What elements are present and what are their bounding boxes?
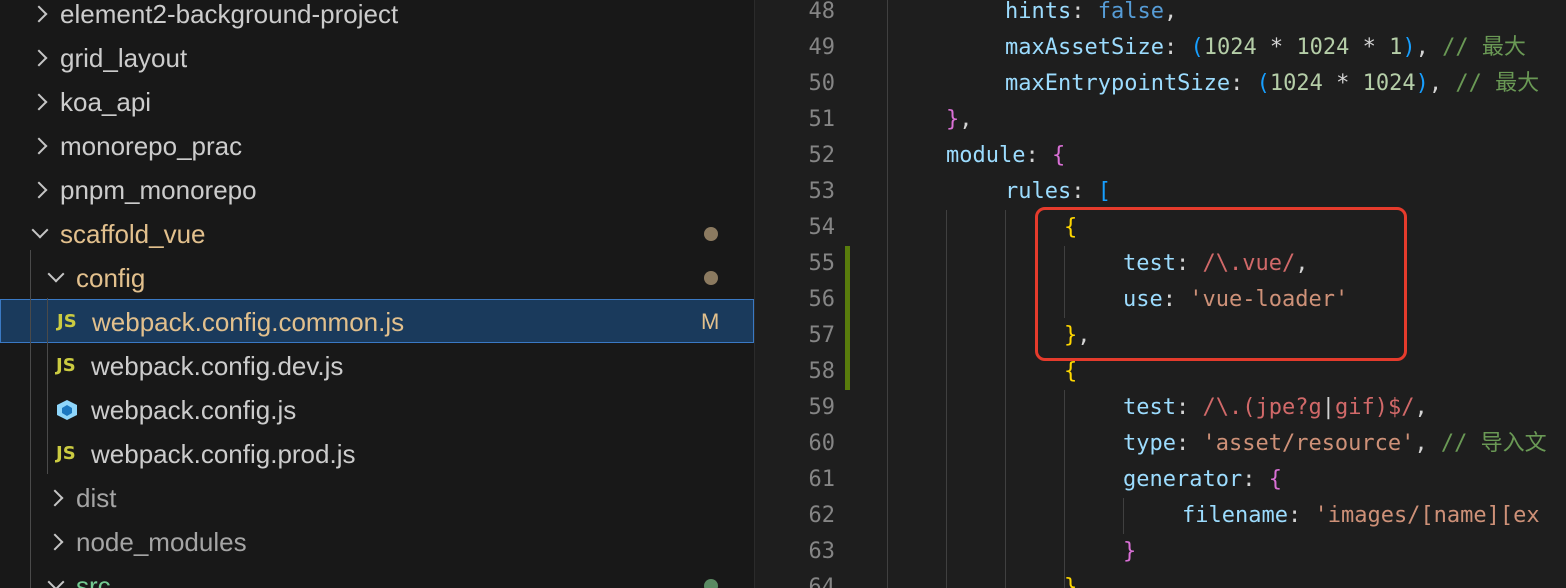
folder-label: grid_layout: [60, 43, 188, 73]
file-webpack-config-dev[interactable]: JS webpack.config.dev.js: [0, 344, 754, 388]
code-line-51: },: [946, 107, 973, 132]
chevron-right-icon: [30, 124, 50, 168]
folder-monorepo-prac[interactable]: monorepo_prac: [0, 124, 754, 168]
line-number: 61: [808, 467, 836, 492]
line-number: 57: [808, 323, 836, 348]
chevron-down-icon: [46, 256, 66, 300]
folder-label: src: [76, 571, 111, 588]
line-number: 49: [808, 35, 836, 60]
folder-grid-layout[interactable]: grid_layout: [0, 36, 754, 80]
js-file-icon: JS: [56, 443, 76, 464]
file-label: webpack.config.dev.js: [91, 351, 344, 381]
highlight-annotation-box: [1035, 207, 1407, 361]
webpack-cube-icon: [57, 400, 77, 420]
modified-dot-icon: [704, 271, 718, 285]
line-number: 53: [808, 179, 836, 204]
chevron-right-icon: [30, 80, 50, 124]
folder-label: scaffold_vue: [60, 219, 206, 249]
file-webpack-config[interactable]: webpack.config.js: [0, 388, 754, 432]
folder-koa-api[interactable]: koa_api: [0, 80, 754, 124]
line-number: 59: [808, 395, 836, 420]
code-line-53: rules: [: [1005, 179, 1111, 204]
modified-dot-icon: [704, 227, 718, 241]
folder-element2-background-project[interactable]: element2-background-project: [0, 0, 754, 36]
folder-label: monorepo_prac: [60, 131, 243, 161]
line-number: 54: [808, 215, 836, 240]
file-label: webpack.config.common.js: [92, 307, 405, 337]
folder-label: dist: [76, 483, 117, 513]
folder-src[interactable]: src: [0, 564, 754, 588]
code-line-64: },: [1064, 575, 1091, 588]
code-line-48: hints: false,: [1005, 0, 1178, 24]
code-line-62: filename: 'images/[name][ex: [1182, 503, 1540, 528]
line-number: 52: [808, 143, 836, 168]
code-line-49: maxAssetSize: (1024 * 1024 * 1), // 最大: [1005, 35, 1526, 60]
line-number: 60: [808, 431, 836, 456]
code-line-59: test: /\.(jpe?g|gif)$/,: [1123, 395, 1428, 420]
modified-badge: M: [701, 309, 720, 334]
chevron-right-icon: [30, 36, 50, 80]
folder-label: pnpm_monorepo: [60, 175, 257, 205]
git-status-dot-icon: [704, 579, 718, 588]
folder-pnpm-monorepo[interactable]: pnpm_monorepo: [0, 168, 754, 212]
chevron-down-icon: [46, 564, 66, 588]
line-number: 63: [808, 539, 836, 564]
file-explorer: element2-background-project grid_layout …: [0, 0, 755, 588]
code-line-60: type: 'asset/resource', // 导入文: [1123, 431, 1547, 456]
chevron-down-icon: [30, 212, 50, 256]
code-line-63: }: [1123, 539, 1137, 564]
line-number: 58: [808, 359, 836, 384]
code-line-52: module: {: [946, 143, 1066, 168]
chevron-right-icon: [46, 476, 66, 520]
code-line-61: generator: {: [1123, 467, 1282, 492]
folder-label: element2-background-project: [60, 0, 399, 29]
folder-label: koa_api: [60, 87, 152, 117]
folder-label: config: [76, 263, 146, 293]
git-modified-gutter-bar: [845, 246, 850, 390]
file-webpack-config-prod[interactable]: JS webpack.config.prod.js: [0, 432, 754, 476]
line-number: 64: [808, 575, 836, 588]
chevron-right-icon: [30, 0, 50, 36]
line-number: 51: [808, 107, 836, 132]
chevron-right-icon: [30, 168, 50, 212]
js-file-icon: JS: [56, 355, 76, 376]
folder-scaffold-vue[interactable]: scaffold_vue: [0, 212, 754, 256]
folder-config[interactable]: config: [0, 256, 754, 300]
line-number: 48: [808, 0, 836, 24]
line-number: 56: [808, 287, 836, 312]
file-label: webpack.config.prod.js: [91, 439, 356, 469]
line-number: 62: [808, 503, 836, 528]
line-number: 50: [808, 71, 836, 96]
tree-indent-guide: [47, 298, 48, 474]
js-file-icon: JS: [57, 311, 77, 332]
code-line-50: maxEntrypointSize: (1024 * 1024), // 最大: [1005, 71, 1540, 96]
file-label: webpack.config.js: [91, 395, 297, 425]
folder-dist[interactable]: dist: [0, 476, 754, 520]
folder-node-modules[interactable]: node_modules: [0, 520, 754, 564]
line-number: 55: [808, 251, 836, 276]
chevron-right-icon: [46, 520, 66, 564]
file-webpack-config-common[interactable]: JS webpack.config.common.js M: [0, 299, 754, 343]
folder-label: node_modules: [76, 527, 247, 557]
code-editor[interactable]: 48 49 50 51 52 53 54 55 56 57 58 59 60 6…: [755, 0, 1566, 588]
tree-indent-guide: [30, 250, 31, 588]
